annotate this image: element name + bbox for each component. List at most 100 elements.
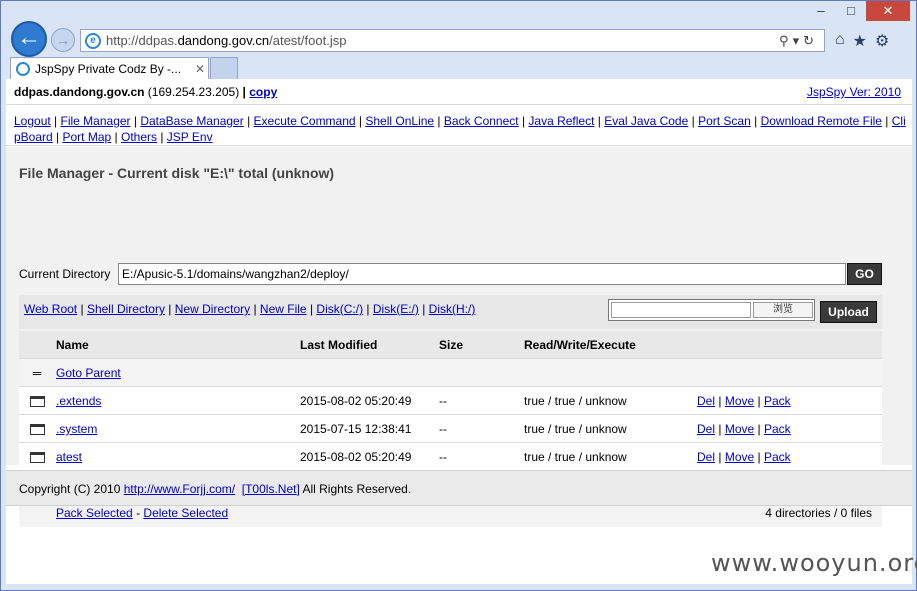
toolbar-disk-h[interactable]: Disk(H:/)	[429, 302, 476, 316]
menu-sep: |	[750, 114, 761, 128]
toolbar-web-root[interactable]: Web Root	[24, 302, 77, 316]
toolbar-new-file[interactable]: New File	[260, 302, 307, 316]
home-icon[interactable]: ⌂	[835, 31, 845, 51]
bulk-sep: -	[136, 506, 141, 520]
action-sep: |	[718, 450, 722, 464]
rwx-cell: true / true / unknow	[524, 422, 627, 436]
copyright-prefix: Copyright (C) 2010	[19, 482, 121, 496]
address-bar[interactable]: e http://ddpas.dandong.gov.cn/atest/foot…	[80, 29, 825, 52]
upload-file-field[interactable]: 浏览	[608, 299, 815, 321]
del-link[interactable]: Del	[697, 394, 715, 408]
table-header: Name Last Modified Size Read/Write/Execu…	[19, 331, 882, 359]
rwx-cell: true / true / unknow	[524, 394, 627, 408]
url-domain: dandong.gov.cn	[177, 33, 270, 48]
menu-sep: |	[881, 114, 892, 128]
toolbar-disk-e[interactable]: Disk(E:/)	[373, 302, 419, 316]
move-link[interactable]: Move	[725, 422, 754, 436]
url-text[interactable]: http://ddpas.dandong.gov.cn/atest/foot.j…	[106, 33, 779, 48]
menu-back-connect[interactable]: Back Connect	[444, 114, 519, 128]
t00ls-link[interactable]: [T00ls.Net]	[242, 482, 300, 496]
folder-link[interactable]: .system	[56, 415, 97, 443]
delete-selected-link[interactable]: Delete Selected	[143, 506, 228, 520]
menu-java-reflect[interactable]: Java Reflect	[528, 114, 594, 128]
modified-cell: 2015-08-02 05:20:49	[300, 394, 412, 408]
tab-jspspy[interactable]: JspSpy Private Codz By -... ✕	[10, 57, 209, 79]
host-name: ddpas.dandong.gov.cn	[14, 85, 145, 99]
pack-link[interactable]: Pack	[764, 422, 791, 436]
row-actions: Del | Move | Pack	[697, 415, 791, 443]
host-sep: |	[242, 85, 246, 99]
table-row: .system 2015-07-15 12:38:41 -- true / true …	[19, 415, 882, 443]
toolbar-disk-c[interactable]: Disk(C:/)	[316, 302, 363, 316]
menu-shell-online[interactable]: Shell OnLine	[365, 114, 434, 128]
folder-icon	[27, 387, 47, 415]
toolbar-new-directory[interactable]: New Directory	[175, 302, 250, 316]
go-button[interactable]: GO	[847, 263, 882, 285]
forjj-link[interactable]: http://www.Forjj.com/	[124, 482, 235, 496]
toolbar-sep: |	[164, 302, 175, 316]
menu-sep: |	[434, 114, 444, 128]
file-path-input[interactable]	[611, 302, 751, 318]
table-row: .extends 2015-08-02 05:20:49 -- true / true…	[19, 387, 882, 415]
close-window-button[interactable]: ✕	[866, 1, 910, 21]
menu-file-manager[interactable]: File Manager	[61, 114, 131, 128]
browser-toolbar-icons: ⌂ ★ ⚙	[835, 31, 889, 51]
watermark: www.wooyun.org	[711, 549, 917, 577]
toolbar-sep: |	[363, 302, 373, 316]
star-icon[interactable]: ★	[853, 31, 867, 51]
size-cell: --	[439, 394, 447, 408]
tab-bar: JspSpy Private Codz By -... ✕	[2, 55, 916, 79]
move-link[interactable]: Move	[725, 450, 754, 464]
menu-port-map[interactable]: Port Map	[63, 130, 112, 144]
menu-execute-command[interactable]: Execute Command	[254, 114, 356, 128]
current-directory-input[interactable]: E:/Apusic-5.1/domains/wangzhan2/deploy/	[118, 263, 846, 285]
action-sep: |	[757, 394, 761, 408]
folder-link[interactable]: atest	[56, 443, 82, 471]
goto-parent-link[interactable]: Goto Parent	[56, 359, 121, 387]
menu-logout[interactable]: Logout	[14, 114, 51, 128]
menu-others[interactable]: Others	[121, 130, 157, 144]
col-rwx: Read/Write/Execute	[524, 338, 636, 352]
menu-port-scan[interactable]: Port Scan	[698, 114, 751, 128]
table-row: atest 2015-08-02 05:20:49 -- true / true / …	[19, 443, 882, 471]
del-link[interactable]: Del	[697, 450, 715, 464]
modified-cell: 2015-07-15 12:38:41	[300, 422, 412, 436]
rwx-cell: true / true / unknow	[524, 450, 627, 464]
minimize-button[interactable]: –	[806, 1, 836, 21]
pack-link[interactable]: Pack	[764, 450, 791, 464]
chevron-down-icon[interactable]: ▾	[793, 33, 804, 48]
refresh-icon[interactable]: ↻	[803, 33, 818, 48]
forward-button[interactable]: →	[51, 28, 75, 52]
gear-icon[interactable]: ⚙	[875, 31, 889, 51]
del-link[interactable]: Del	[697, 422, 715, 436]
new-tab-button[interactable]	[210, 57, 238, 79]
menu-database-manager[interactable]: DataBase Manager	[140, 114, 243, 128]
back-button[interactable]: ←	[11, 21, 47, 57]
menu-download-remote-file[interactable]: Download Remote File	[761, 114, 882, 128]
search-icon[interactable]: ⚲	[779, 33, 793, 48]
copy-link[interactable]: copy	[249, 85, 277, 99]
pack-link[interactable]: Pack	[764, 394, 791, 408]
folder-icon	[27, 443, 47, 471]
folder-icon	[27, 415, 47, 443]
goto-parent-row: ═ Goto Parent	[19, 359, 882, 387]
menu-sep: |	[688, 114, 699, 128]
address-tools: ⚲▾↻	[779, 33, 824, 49]
toolbar-shell-directory[interactable]: Shell Directory	[87, 302, 165, 316]
row-actions: Del | Move | Pack	[697, 443, 791, 471]
host-ip: (169.254.23.205)	[147, 85, 240, 99]
menu-eval-java-code[interactable]: Eval Java Code	[604, 114, 688, 128]
close-tab-icon[interactable]: ✕	[192, 62, 208, 76]
action-sep: |	[757, 450, 761, 464]
move-link[interactable]: Move	[725, 394, 754, 408]
pack-selected-link[interactable]: Pack Selected	[56, 506, 133, 520]
browse-button[interactable]: 浏览	[753, 302, 813, 318]
menu-jsp-env[interactable]: JSP Env	[167, 130, 213, 144]
maximize-button[interactable]: □	[836, 1, 866, 21]
action-sep: |	[757, 422, 761, 436]
menu-sep: |	[130, 114, 141, 128]
version-link[interactable]: JspSpy Ver: 2010	[807, 79, 901, 105]
folder-link[interactable]: .extends	[56, 387, 101, 415]
upload-button[interactable]: Upload	[820, 301, 877, 323]
menu-sep: |	[52, 130, 63, 144]
